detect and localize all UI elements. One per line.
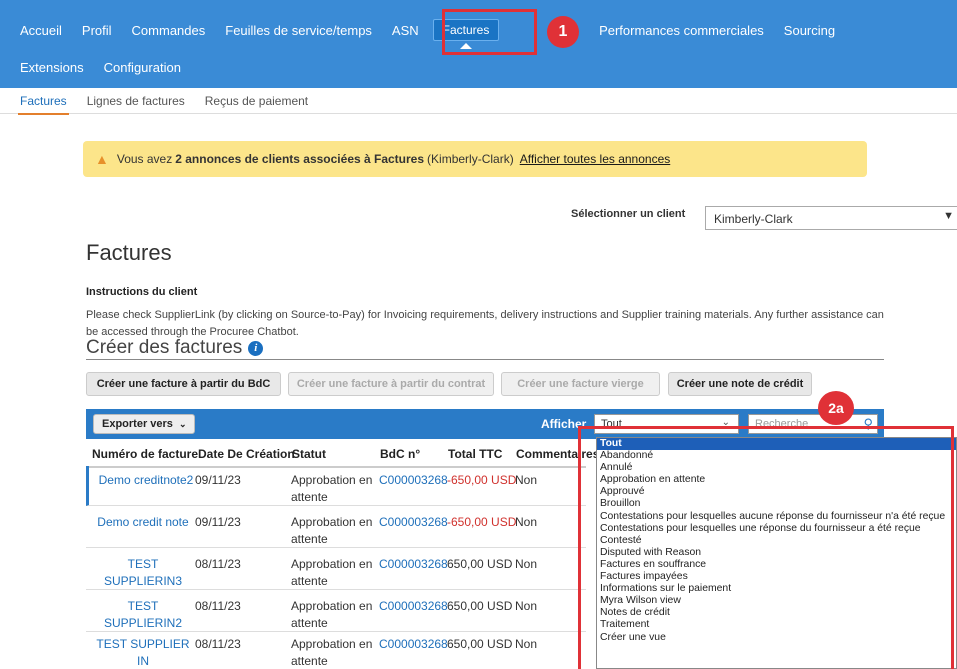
client-select-value: Kimberly-Clark	[714, 212, 793, 226]
callout-box-1	[442, 9, 537, 55]
creation-date: 08/11/23	[195, 637, 241, 651]
col-total[interactable]: Total TTC	[448, 447, 502, 461]
status: Approbation en attente	[291, 599, 373, 630]
subnav-lignes-factures[interactable]: Lignes de factures	[87, 94, 185, 108]
create-from-contract-button[interactable]: Créer une facture à partir du contrat	[288, 372, 494, 396]
notice-bold: 2 annonces de clients associées à Factur…	[175, 152, 425, 166]
subnav-factures[interactable]: Factures	[18, 94, 69, 115]
po-link[interactable]: C000003268	[379, 636, 448, 653]
callout-badge-2a: 2a	[818, 391, 854, 425]
po-link[interactable]: C000003268	[379, 472, 448, 489]
invoice-link[interactable]: TEST SUPPLIERIN2	[94, 598, 192, 632]
creation-date: 08/11/23	[195, 557, 241, 571]
status: Approbation en attente	[291, 557, 373, 588]
export-label: Exporter vers	[102, 418, 173, 430]
subnav-recus-paiement[interactable]: Reçus de paiement	[205, 94, 308, 108]
create-blank-invoice-button[interactable]: Créer une facture vierge	[501, 372, 660, 396]
creation-date: 09/11/23	[195, 473, 241, 487]
invoice-link[interactable]: Demo creditnote2	[97, 472, 195, 489]
comments: Non	[515, 557, 538, 571]
status: Approbation en attente	[291, 637, 373, 668]
megaphone-icon: ▲	[95, 151, 109, 167]
instructions-title: Instructions du client	[86, 286, 198, 298]
po-link[interactable]: C000003268	[379, 556, 448, 573]
total: 650,00 USD	[447, 599, 513, 613]
instructions-text: Please check SupplierLink (by clicking o…	[86, 309, 884, 338]
status: Approbation en attente	[291, 515, 373, 546]
po-link[interactable]: C000003268	[379, 598, 448, 615]
section-divider	[86, 359, 884, 360]
table-row[interactable]: TEST SUPPLIERIN3 08/11/23 Approbation en…	[86, 550, 586, 590]
nav-feuilles-service[interactable]: Feuilles de service/temps	[205, 23, 372, 38]
col-creation-date[interactable]: Date De Création	[198, 447, 295, 461]
chevron-down-icon: ⌄	[178, 418, 187, 429]
table-row[interactable]: Demo credit note 09/11/23 Approbation en…	[86, 508, 586, 548]
client-select-label: Sélectionner un client	[571, 208, 686, 220]
create-credit-note-button[interactable]: Créer une note de crédit	[668, 372, 812, 396]
total: 650,00 USD	[447, 637, 513, 651]
show-all-announcements-link[interactable]: Afficher toutes les annonces	[520, 152, 671, 166]
creation-date: 09/11/23	[195, 515, 241, 529]
notice-suffix: (Kimberly-Clark)	[427, 152, 514, 166]
total: 650,00 USD	[447, 557, 513, 571]
comments: Non	[515, 637, 538, 651]
sub-navigation: Factures Lignes de factures Reçus de pai…	[0, 88, 957, 115]
col-po-number[interactable]: BdC n°	[380, 447, 420, 461]
nav-row-1: Accueil Profil Commandes Feuilles de ser…	[0, 15, 835, 49]
page-title: Factures	[86, 240, 172, 265]
comments: Non	[515, 599, 538, 613]
callout-box-2a	[578, 426, 954, 669]
po-link[interactable]: C000003268	[379, 514, 448, 531]
invoice-link[interactable]: TEST SUPPLIER IN	[90, 636, 196, 669]
comments: Non	[515, 515, 538, 529]
callout-badge-1: 1	[547, 16, 579, 48]
nav-profil[interactable]: Profil	[62, 23, 112, 38]
table-row[interactable]: TEST SUPPLIERIN2 08/11/23 Approbation en…	[86, 592, 586, 632]
nav-row-2: Extensions Configuration	[0, 52, 181, 82]
nav-configuration[interactable]: Configuration	[84, 60, 181, 75]
nav-extensions[interactable]: Extensions	[0, 60, 84, 75]
total: -650,00 USD	[447, 473, 517, 487]
chevron-down-icon: ▼	[943, 210, 954, 222]
info-icon[interactable]: i	[248, 340, 264, 356]
table-row[interactable]: TEST SUPPLIER IN 08/11/23 Approbation en…	[86, 630, 586, 669]
announcement-banner: ▲ Vous avez 2 annonces de clients associ…	[83, 141, 867, 177]
notice-prefix: Vous avez	[116, 152, 173, 166]
invoice-link[interactable]: TEST SUPPLIERIN3	[94, 556, 192, 590]
comments: Non	[515, 473, 538, 487]
nav-asn[interactable]: ASN	[372, 23, 419, 38]
creation-date: 08/11/23	[195, 599, 241, 613]
nav-accueil[interactable]: Accueil	[0, 23, 62, 38]
status: Approbation en attente	[291, 473, 373, 504]
total: -650,00 USD	[447, 515, 517, 529]
invoice-link[interactable]: Demo credit note	[94, 514, 192, 531]
col-invoice-number[interactable]: Numéro de facture	[92, 447, 198, 461]
table-header: Numéro de facture Date De Création Statu…	[86, 440, 599, 468]
create-invoices-title: Créer des factures i	[86, 337, 264, 359]
col-status[interactable]: Statut	[292, 447, 326, 461]
table-row[interactable]: Demo creditnote2 09/11/23 Approbation en…	[86, 466, 586, 506]
nav-performances[interactable]: Performances commerciales	[579, 23, 764, 38]
export-button[interactable]: Exporter vers ⌄	[93, 414, 196, 434]
create-from-po-button[interactable]: Créer une facture à partir du BdC	[86, 372, 281, 396]
client-select[interactable]: Kimberly-Clark ▼	[705, 206, 957, 230]
create-invoices-label: Créer des factures	[86, 337, 243, 358]
nav-commandes[interactable]: Commandes	[112, 23, 206, 38]
nav-sourcing[interactable]: Sourcing	[764, 23, 835, 38]
